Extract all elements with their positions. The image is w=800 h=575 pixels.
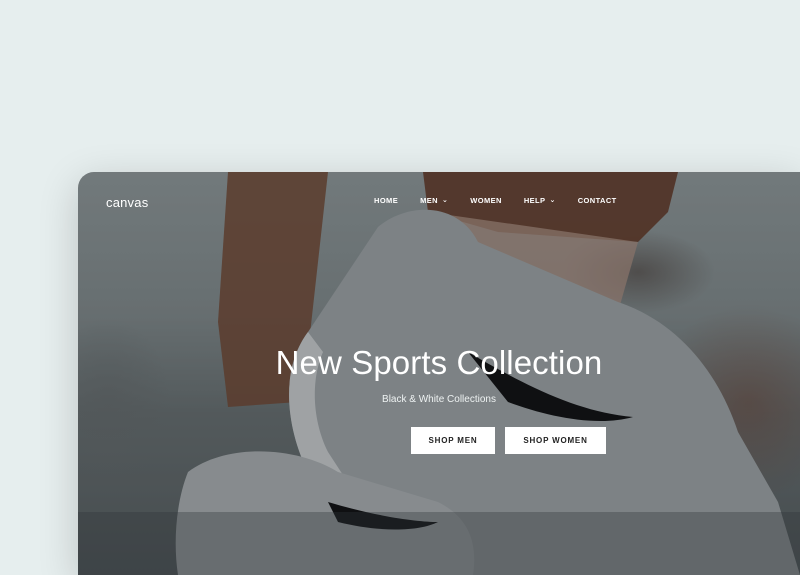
- hero-button-group: SHOP MEN SHOP WOMEN: [411, 427, 606, 454]
- nav-item-contact[interactable]: CONTACT: [578, 196, 617, 205]
- nav-item-label: CONTACT: [577, 196, 617, 205]
- hero-title: New Sports Collection: [275, 344, 603, 381]
- main-navigation: HOME MEN ⌄ WOMEN HELP ⌄ CONTACT: [374, 196, 639, 205]
- chevron-down-icon: ⌄: [549, 197, 556, 204]
- nav-item-label: HOME: [374, 196, 399, 205]
- nav-item-men[interactable]: MEN ⌄: [420, 196, 448, 205]
- nav-item-home[interactable]: HOME: [374, 196, 398, 205]
- nav-item-women[interactable]: WOMEN: [470, 196, 502, 205]
- hero-subtitle: Black & White Collections: [382, 394, 496, 405]
- nav-item-label: HELP: [523, 196, 546, 205]
- nav-item-label: WOMEN: [470, 196, 502, 205]
- website-preview-frame: canvas HOME MEN ⌄ WOMEN HELP ⌄ CONTACT N…: [78, 172, 800, 575]
- nav-item-label: MEN: [420, 196, 438, 205]
- site-logo[interactable]: canvas: [106, 195, 148, 210]
- shop-women-button[interactable]: SHOP WOMEN: [505, 427, 606, 454]
- page: canvas HOME MEN ⌄ WOMEN HELP ⌄ CONTACT N…: [0, 0, 800, 575]
- chevron-down-icon: ⌄: [441, 197, 449, 204]
- nav-item-help[interactable]: HELP ⌄: [524, 196, 556, 205]
- shop-men-button[interactable]: SHOP MEN: [411, 427, 495, 454]
